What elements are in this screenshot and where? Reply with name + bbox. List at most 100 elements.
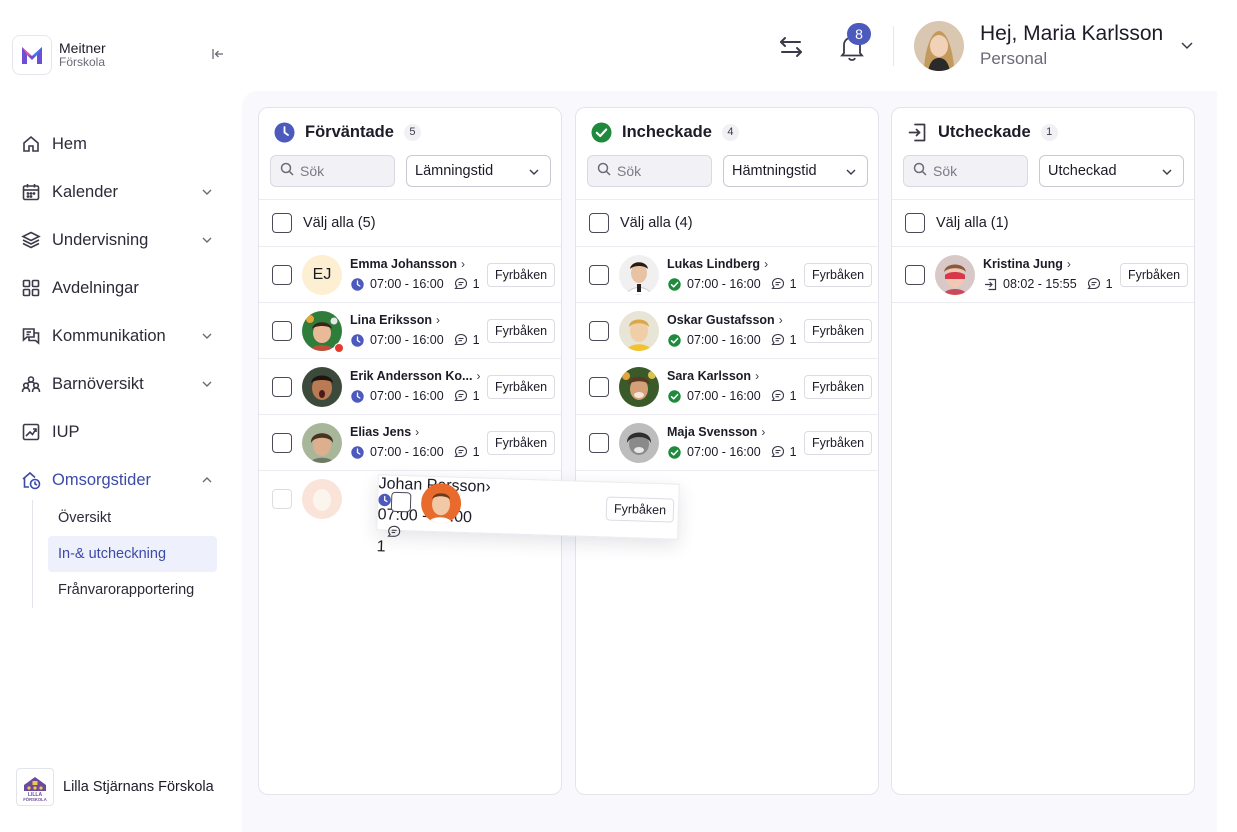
child-checkbox[interactable] xyxy=(905,265,925,285)
chevron-right-icon: › xyxy=(761,425,766,439)
child-row[interactable]: EJ Emma Johansson › 07:00 - 16:00 1 Fyrbå… xyxy=(259,247,561,303)
nav-item-barnoversikt[interactable]: Barnöversikt xyxy=(20,360,225,408)
collapse-sidebar-icon[interactable] xyxy=(210,46,226,62)
child-checkbox[interactable] xyxy=(272,321,292,341)
child-name[interactable]: Oskar Gustafsson › xyxy=(667,313,783,327)
child-name[interactable]: Sara Karlsson › xyxy=(667,369,759,383)
child-name[interactable]: Emma Johansson › xyxy=(350,257,465,271)
child-row[interactable]: Sara Karlsson › 07:00 - 16:00 1 Fyrbåken xyxy=(576,359,878,415)
child-row[interactable]: Oskar Gustafsson › 07:00 - 16:00 1 Fyrbåk… xyxy=(576,303,878,359)
clock-icon xyxy=(351,333,364,347)
select-all-row[interactable]: Välj alla (4) xyxy=(576,199,878,247)
school-switcher[interactable]: LILLA FÖRSKOLA Lilla Stjärnans Förskola xyxy=(16,768,214,806)
search-field[interactable] xyxy=(903,155,1028,187)
house-clock-icon xyxy=(20,469,42,491)
child-checkbox[interactable] xyxy=(589,377,609,397)
search-input[interactable] xyxy=(300,163,390,179)
brand[interactable]: Meitner Förskola xyxy=(12,35,106,75)
child-name[interactable]: Elias Jens › xyxy=(350,425,419,439)
child-name[interactable]: Lukas Lindberg › xyxy=(667,257,768,271)
chevron-down-icon xyxy=(201,329,213,341)
comment-icon xyxy=(387,525,401,539)
school-logo: LILLA FÖRSKOLA xyxy=(16,768,54,806)
nav-item-kommunikation[interactable]: Kommunikation xyxy=(20,312,225,360)
care-time: 07:00 - 16:00 xyxy=(687,277,761,291)
child-checkbox[interactable] xyxy=(589,265,609,285)
child-name[interactable]: Kristina Jung › xyxy=(983,257,1071,271)
chevron-right-icon: › xyxy=(415,425,420,439)
child-name[interactable]: Maja Svensson › xyxy=(667,425,765,439)
child-name[interactable]: Erik Andersson Ko... › xyxy=(350,369,480,383)
child-avatar xyxy=(619,367,659,407)
care-time: 07:00 - 16:00 xyxy=(370,389,444,403)
comment-icon xyxy=(453,445,468,459)
subnav-item-oversikt[interactable]: Översikt xyxy=(48,500,217,536)
department-tag: Fyrbåken xyxy=(804,319,873,343)
child-row[interactable]: Erik Andersson Ko... › 07:00 - 16:00 1 Fy… xyxy=(259,359,561,415)
select-all-checkbox[interactable] xyxy=(589,213,609,233)
column-title: Utcheckade xyxy=(938,122,1031,141)
care-time: 07:00 - 16:00 xyxy=(370,277,444,291)
nav-item-iup[interactable]: IUP xyxy=(20,408,225,456)
grid-icon xyxy=(20,277,42,299)
child-row[interactable]: Maja Svensson › 07:00 - 16:00 1 Fyrbåken xyxy=(576,415,878,471)
column-forvantade: Förväntade 5 Lämningstid Välj alla (5) E… xyxy=(258,107,562,795)
sort-select[interactable]: Utcheckad xyxy=(1039,155,1184,187)
switch-arrows-icon[interactable] xyxy=(778,34,804,60)
dragged-child-card[interactable]: Johan Persson› 07:00 - 16:00 1 Fyrbåken xyxy=(376,474,680,556)
nav-item-undervisning[interactable]: Undervisning xyxy=(20,216,225,264)
child-checkbox[interactable] xyxy=(272,377,292,397)
svg-text:FÖRSKOLA: FÖRSKOLA xyxy=(23,797,47,802)
select-all-checkbox[interactable] xyxy=(905,213,925,233)
subnav-item-franvarorapportering[interactable]: Frånvarorapportering xyxy=(48,572,217,608)
child-checkbox[interactable] xyxy=(589,433,609,453)
child-row[interactable]: Kristina Jung › 08:02 - 15:55 1 Fyrbåken xyxy=(892,247,1194,303)
comment-count: 1 xyxy=(376,538,386,556)
check-circle-icon xyxy=(668,389,681,403)
sort-select[interactable]: Hämtningstid xyxy=(723,155,868,187)
search-field[interactable] xyxy=(587,155,712,187)
search-input[interactable] xyxy=(617,163,707,179)
child-checkbox[interactable] xyxy=(390,491,412,513)
comment-count: 1 xyxy=(789,333,797,347)
chevron-down-icon[interactable] xyxy=(1180,38,1194,52)
search-input[interactable] xyxy=(933,163,1023,179)
user-avatar[interactable] xyxy=(914,21,964,71)
nav-item-hem[interactable]: Hem xyxy=(20,120,225,168)
user-greeting: Hej, Maria Karlsson xyxy=(980,22,1164,45)
select-all-checkbox[interactable] xyxy=(272,213,292,233)
department-tag: Fyrbåken xyxy=(487,431,556,455)
avatar-initials: EJ xyxy=(302,255,342,295)
search-icon xyxy=(280,162,294,181)
chevron-down-icon xyxy=(201,377,213,389)
sign-out-icon xyxy=(984,278,997,291)
comment-icon xyxy=(770,445,785,459)
comment-icon xyxy=(770,277,785,291)
child-name[interactable]: Lina Eriksson › xyxy=(350,313,440,327)
select-all-row[interactable]: Välj alla (1) xyxy=(892,199,1194,247)
select-all-row[interactable]: Välj alla (5) xyxy=(259,199,561,247)
child-checkbox[interactable] xyxy=(589,321,609,341)
department-tag: Fyrbåken xyxy=(487,375,556,399)
chevron-down-icon xyxy=(201,185,213,197)
select-all-label: Välj alla (4) xyxy=(620,215,693,231)
care-time: 07:00 - 16:00 xyxy=(687,389,761,403)
sort-value: Hämtningstid xyxy=(732,163,817,179)
child-checkbox[interactable] xyxy=(272,433,292,453)
comment-icon xyxy=(770,389,785,403)
child-row[interactable]: Lukas Lindberg › 07:00 - 16:00 1 Fyrbåken xyxy=(576,247,878,303)
child-row[interactable]: Elias Jens › 07:00 - 16:00 1 Fyrbåken xyxy=(259,415,561,471)
nav-item-avdelningar[interactable]: Avdelningar xyxy=(20,264,225,312)
child-avatar xyxy=(619,311,659,351)
nav-item-kalender[interactable]: Kalender xyxy=(20,168,225,216)
nav-item-omsorgstider[interactable]: Omsorgstider xyxy=(20,456,225,504)
clock-icon xyxy=(351,445,364,459)
subnav-item-in-utcheckning[interactable]: In-& utcheckning xyxy=(48,536,217,572)
child-checkbox[interactable] xyxy=(272,265,292,285)
nav-label: Kalender xyxy=(52,182,119,201)
child-row[interactable]: Lina Eriksson › 07:00 - 16:00 1 Fyrbåken xyxy=(259,303,561,359)
chevron-right-icon: › xyxy=(778,313,783,327)
search-field[interactable] xyxy=(270,155,395,187)
chevron-down-icon xyxy=(528,166,540,178)
sort-select[interactable]: Lämningstid xyxy=(406,155,551,187)
